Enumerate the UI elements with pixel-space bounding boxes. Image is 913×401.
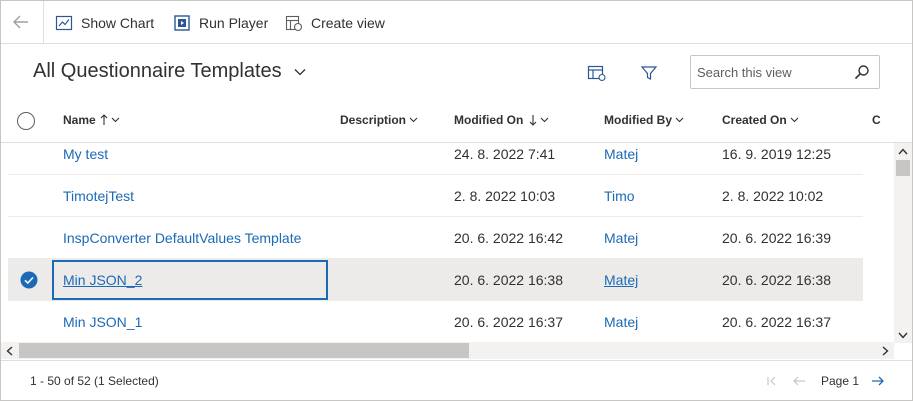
modified-on-cell: 20. 6. 2022 16:37 bbox=[454, 314, 563, 330]
run-player-icon bbox=[172, 13, 192, 33]
sort-descending-icon bbox=[529, 114, 537, 126]
table-row[interactable]: TimotejTest 2. 8. 2022 10:03 Timo 2. 8. … bbox=[8, 175, 863, 217]
column-header-description[interactable]: Description bbox=[340, 113, 418, 127]
first-page-icon bbox=[767, 376, 776, 386]
horizontal-scroll-thumb[interactable] bbox=[19, 343, 469, 358]
created-on-cell: 20. 6. 2022 16:39 bbox=[722, 230, 831, 246]
column-label: Modified On bbox=[454, 113, 524, 127]
next-page-icon bbox=[872, 376, 884, 386]
column-label: Modified By bbox=[604, 113, 672, 127]
edit-columns-icon bbox=[587, 65, 606, 82]
scroll-up-icon[interactable] bbox=[897, 145, 909, 157]
horizontal-scrollbar[interactable] bbox=[1, 342, 894, 359]
vertical-scroll-thumb[interactable] bbox=[896, 160, 910, 176]
column-header-name[interactable]: Name bbox=[63, 113, 120, 127]
vertical-scrollbar[interactable] bbox=[894, 143, 912, 343]
column-header-created-on[interactable]: Created On bbox=[722, 113, 799, 127]
run-player-label: Run Player bbox=[199, 15, 269, 31]
back-button[interactable] bbox=[1, 1, 44, 43]
column-label: Name bbox=[63, 113, 96, 127]
command-bar: Show Chart Run Player Create view bbox=[1, 1, 912, 44]
name-cell[interactable]: Min JSON_2 bbox=[63, 259, 142, 301]
column-header-modified-on[interactable]: Modified On bbox=[454, 113, 549, 127]
column-label: Description bbox=[340, 113, 407, 127]
scroll-left-icon[interactable] bbox=[3, 344, 16, 357]
modified-by-cell[interactable]: Matej bbox=[604, 217, 638, 259]
column-label: Created On bbox=[722, 113, 787, 127]
show-chart-button[interactable]: Show Chart bbox=[54, 11, 154, 35]
column-header-partial[interactable]: C bbox=[872, 113, 881, 127]
modified-on-cell: 24. 8. 2022 7:41 bbox=[454, 146, 556, 162]
modified-by-cell[interactable]: Matej bbox=[604, 259, 638, 301]
filter-button[interactable] bbox=[638, 62, 660, 84]
search-input[interactable] bbox=[697, 61, 847, 83]
modified-by-cell[interactable]: Timo bbox=[604, 175, 635, 217]
chevron-down-icon bbox=[111, 117, 120, 123]
table-row[interactable]: Min JSON_1 20. 6. 2022 16:37 Matej 20. 6… bbox=[8, 301, 863, 343]
grid-footer: 1 - 50 of 52 (1 Selected) Page 1 bbox=[1, 360, 912, 400]
name-cell[interactable]: TimotejTest bbox=[63, 175, 134, 217]
create-view-icon bbox=[284, 13, 304, 33]
chevron-down-icon bbox=[675, 117, 684, 123]
select-all-checkbox[interactable] bbox=[17, 112, 35, 130]
edit-columns-button[interactable] bbox=[586, 62, 608, 84]
filter-icon bbox=[640, 66, 658, 80]
column-label: C bbox=[872, 113, 881, 127]
created-on-cell: 2. 8. 2022 10:02 bbox=[722, 188, 824, 204]
name-cell[interactable]: Min JSON_1 bbox=[63, 301, 142, 343]
show-chart-label: Show Chart bbox=[81, 15, 155, 31]
modified-by-cell[interactable]: Matej bbox=[604, 301, 638, 343]
chevron-down-icon bbox=[294, 68, 306, 76]
first-page-button[interactable] bbox=[762, 371, 782, 391]
scroll-down-icon[interactable] bbox=[897, 329, 909, 341]
search-box[interactable] bbox=[690, 55, 880, 89]
modified-on-cell: 2. 8. 2022 10:03 bbox=[454, 188, 556, 204]
previous-page-icon bbox=[793, 376, 805, 386]
name-cell[interactable]: InspConverter DefaultValues Template bbox=[63, 217, 301, 259]
next-page-button[interactable] bbox=[868, 371, 888, 391]
modified-on-cell: 20. 6. 2022 16:38 bbox=[454, 272, 563, 288]
create-view-button[interactable]: Create view bbox=[284, 11, 385, 35]
modified-on-cell: 20. 6. 2022 16:42 bbox=[454, 230, 563, 246]
created-on-cell: 20. 6. 2022 16:37 bbox=[722, 314, 831, 330]
sort-ascending-icon bbox=[100, 114, 108, 126]
chevron-down-icon bbox=[409, 117, 418, 123]
grid-body: My test 24. 8. 2022 7:41 Matej 16. 9. 20… bbox=[1, 133, 894, 343]
name-cell[interactable]: My test bbox=[63, 133, 108, 175]
column-header-modified-by[interactable]: Modified By bbox=[604, 113, 684, 127]
page-number: Page 1 bbox=[821, 374, 860, 388]
search-icon[interactable] bbox=[854, 64, 870, 80]
table-row-selected[interactable]: Min JSON_2 20. 6. 2022 16:38 Matej 20. 6… bbox=[8, 259, 863, 301]
run-player-button[interactable]: Run Player bbox=[172, 11, 268, 35]
created-on-cell: 20. 6. 2022 16:38 bbox=[722, 272, 831, 288]
view-title: All Questionnaire Templates bbox=[33, 60, 282, 82]
view-selector[interactable]: All Questionnaire Templates bbox=[33, 60, 306, 83]
checkmark-circle-icon[interactable] bbox=[20, 271, 38, 289]
table-row[interactable]: InspConverter DefaultValues Template 20.… bbox=[8, 217, 863, 259]
record-count: 1 - 50 of 52 (1 Selected) bbox=[30, 374, 159, 388]
chart-icon bbox=[54, 13, 74, 33]
created-on-cell: 16. 9. 2019 12:25 bbox=[722, 146, 831, 162]
chevron-down-icon bbox=[540, 117, 549, 123]
create-view-label: Create view bbox=[311, 15, 385, 31]
previous-page-button[interactable] bbox=[789, 371, 809, 391]
back-arrow-icon bbox=[13, 15, 28, 29]
scroll-right-icon[interactable] bbox=[879, 344, 892, 357]
chevron-down-icon bbox=[790, 117, 799, 123]
table-row[interactable]: My test 24. 8. 2022 7:41 Matej 16. 9. 20… bbox=[8, 133, 863, 175]
modified-by-cell[interactable]: Matej bbox=[604, 133, 638, 175]
